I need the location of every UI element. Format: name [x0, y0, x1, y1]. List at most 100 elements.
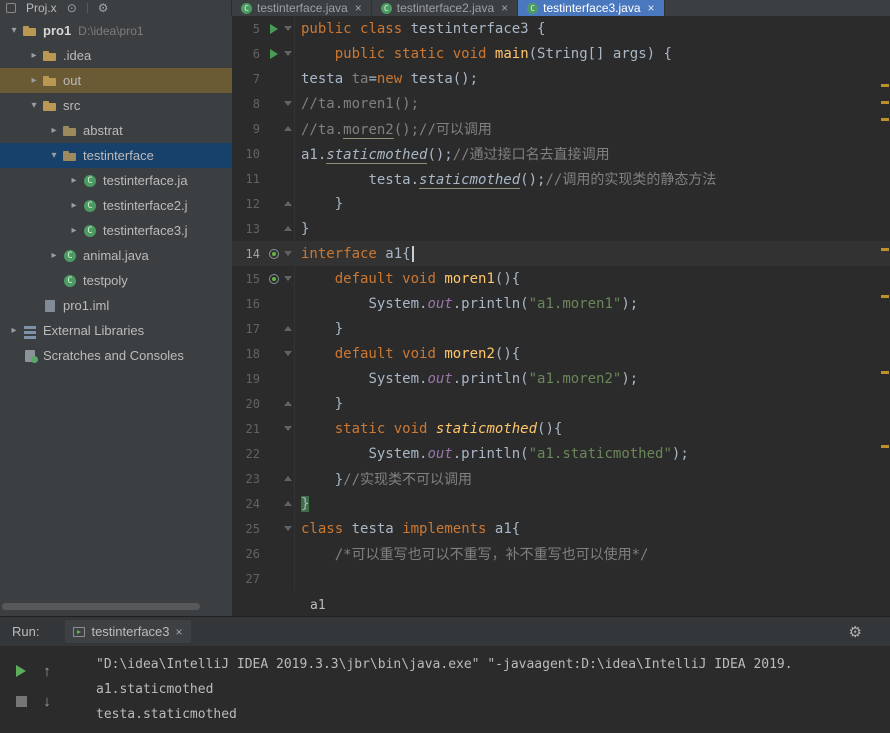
warning-stripe-mark[interactable] [881, 84, 889, 87]
up-arrow-button[interactable]: ↑ [43, 663, 51, 680]
code-line-11[interactable]: 11 testa.staticmothed();//调用的实现类的静态方法 [232, 166, 890, 191]
fold-column [282, 491, 295, 516]
run-tab[interactable]: testinterface3 × [65, 620, 191, 643]
run-panel-body: ↑ ↓ "D:\idea\IntelliJ IDEA 2019.3.3\jbr\… [0, 648, 890, 733]
close-icon[interactable]: × [648, 1, 655, 15]
expand-arrow-icon[interactable]: ▸ [66, 175, 82, 186]
down-arrow-button[interactable]: ↓ [43, 693, 51, 710]
fold-marker-icon[interactable] [284, 26, 292, 31]
code-line-5[interactable]: 5 public class testinterface3 { [232, 16, 890, 41]
code-line-8[interactable]: 8 //ta.moren1(); [232, 91, 890, 116]
breadcrumb-item[interactable]: a1 [310, 598, 326, 613]
fold-marker-icon[interactable] [284, 476, 292, 481]
code-line-20[interactable]: 20 } [232, 391, 890, 416]
fold-marker-icon[interactable] [284, 351, 292, 356]
horizontal-scrollbar[interactable] [2, 603, 200, 610]
run-gutter-icon[interactable] [270, 23, 278, 34]
fold-marker-icon[interactable] [284, 501, 292, 506]
stop-button[interactable] [15, 695, 27, 707]
warning-stripe-mark[interactable] [881, 248, 889, 251]
code-line-23[interactable]: 23 }//实现类不可以调用 [232, 466, 890, 491]
fold-marker-icon[interactable] [284, 251, 292, 256]
code-line-17[interactable]: 17 } [232, 316, 890, 341]
close-icon[interactable]: × [355, 1, 362, 15]
close-icon[interactable]: × [501, 1, 508, 15]
code-text: interface a1{ [295, 245, 414, 262]
code-line-13[interactable]: 13} [232, 216, 890, 241]
code-line-26[interactable]: 26 /*可以重写也可以不重写，补不重写也可以使用*/ [232, 541, 890, 566]
expand-arrow-icon[interactable]: ▸ [66, 200, 82, 211]
warning-stripe-mark[interactable] [881, 295, 889, 298]
fold-marker-icon[interactable] [284, 526, 292, 531]
fold-marker-icon[interactable] [284, 326, 292, 331]
console-output[interactable]: "D:\idea\IntelliJ IDEA 2019.3.3\jbr\bin\… [96, 652, 890, 733]
run-tab-label: testinterface3 [91, 624, 170, 639]
expand-arrow-icon[interactable]: ▸ [6, 325, 22, 336]
warning-stripe-mark[interactable] [881, 101, 889, 104]
tree-item-out[interactable]: ▸ out [0, 68, 232, 93]
expand-arrow-icon[interactable]: ▾ [46, 150, 62, 161]
gear-icon[interactable]: ⚙ [98, 1, 109, 15]
tree-item-testpoly[interactable]: testpoly [0, 268, 232, 293]
fold-marker-icon[interactable] [284, 426, 292, 431]
fold-marker-icon[interactable] [284, 276, 292, 281]
expand-arrow-icon[interactable]: ▾ [6, 25, 22, 36]
fold-marker-icon[interactable] [284, 51, 292, 56]
tree-item-animal-java[interactable]: ▸ animal.java [0, 243, 232, 268]
code-line-25[interactable]: 25 class testa implements a1{ [232, 516, 890, 541]
tree-item-testinterface-ja[interactable]: ▸ testinterface.ja [0, 168, 232, 193]
fold-marker-icon[interactable] [284, 126, 292, 131]
tree-item-testinterface3-j[interactable]: ▸ testinterface3.j [0, 218, 232, 243]
fold-marker-icon[interactable] [284, 101, 292, 106]
expand-arrow-icon[interactable]: ▸ [46, 250, 62, 261]
expand-arrow-icon[interactable]: ▾ [26, 100, 42, 111]
expand-arrow-icon[interactable]: ▸ [46, 125, 62, 136]
fold-marker-icon[interactable] [284, 226, 292, 231]
fold-marker-icon[interactable] [284, 201, 292, 206]
code-line-19[interactable]: 19 System.out.println("a1.moren2"); [232, 366, 890, 391]
tree-item-src[interactable]: ▾ src [0, 93, 232, 118]
code-line-12[interactable]: 12 } [232, 191, 890, 216]
code-line-6[interactable]: 6 public static void main(String[] args)… [232, 41, 890, 66]
rerun-button[interactable] [16, 665, 26, 677]
tree-item-testinterface2-j[interactable]: ▸ testinterface2.j [0, 193, 232, 218]
expand-arrow-icon[interactable]: ▸ [26, 75, 42, 86]
code-line-22[interactable]: 22 System.out.println("a1.staticmothed")… [232, 441, 890, 466]
warning-stripe-mark[interactable] [881, 118, 889, 121]
tree-item-testinterface[interactable]: ▾ testinterface [0, 143, 232, 168]
warning-stripe-mark[interactable] [881, 445, 889, 448]
editor-tab-testinterface2-java[interactable]: testinterface2.java × [372, 0, 519, 16]
code-line-14[interactable]: 14 interface a1{ [232, 241, 890, 266]
code-line-21[interactable]: 21 static void staticmothed(){ [232, 416, 890, 441]
code-line-10[interactable]: 10 a1.staticmothed();//通过接口名去直接调用 [232, 141, 890, 166]
code-editor[interactable]: 5 public class testinterface3 {6 public s… [232, 16, 890, 594]
implemented-gutter-icon[interactable] [269, 248, 279, 259]
tree-item-pro1[interactable]: ▾ pro1 D:\idea\pro1 [0, 18, 232, 43]
fold-marker-icon[interactable] [284, 401, 292, 406]
code-line-27[interactable]: 27 [232, 566, 890, 591]
tree-item-abstrat[interactable]: ▸ abstrat [0, 118, 232, 143]
tree-item-scratches-and-consoles[interactable]: Scratches and Consoles [0, 343, 232, 368]
code-line-9[interactable]: 9 //ta.moren2();//可以调用 [232, 116, 890, 141]
tree-item-pro1-iml[interactable]: pro1.iml [0, 293, 232, 318]
code-line-16[interactable]: 16 System.out.println("a1.moren1"); [232, 291, 890, 316]
locate-icon[interactable]: ⊙ [67, 1, 77, 15]
implemented-gutter-icon[interactable] [269, 273, 279, 284]
code-line-18[interactable]: 18 default void moren2(){ [232, 341, 890, 366]
gear-icon[interactable]: ⚙ [849, 623, 862, 641]
project-panel-title[interactable]: Proj.x [26, 1, 57, 15]
run-gutter-icon[interactable] [270, 48, 278, 59]
expand-arrow-icon[interactable]: ▸ [66, 225, 82, 236]
warning-stripe-mark[interactable] [881, 371, 889, 374]
expand-arrow-icon[interactable]: ▸ [26, 50, 42, 61]
close-icon[interactable]: × [176, 625, 183, 639]
code-line-15[interactable]: 15 default void moren1(){ [232, 266, 890, 291]
tree-item-external-libraries[interactable]: ▸ External Libraries [0, 318, 232, 343]
editor-tab-testinterface3-java[interactable]: testinterface3.java × [518, 0, 665, 16]
code-line-24[interactable]: 24} [232, 491, 890, 516]
editor-tab-testinterface-java[interactable]: testinterface.java × [232, 0, 372, 16]
tree-item-idea[interactable]: ▸ .idea [0, 43, 232, 68]
class-icon [62, 248, 78, 264]
tree-item-label: out [63, 73, 82, 88]
code-line-7[interactable]: 7 testa ta=new testa(); [232, 66, 890, 91]
